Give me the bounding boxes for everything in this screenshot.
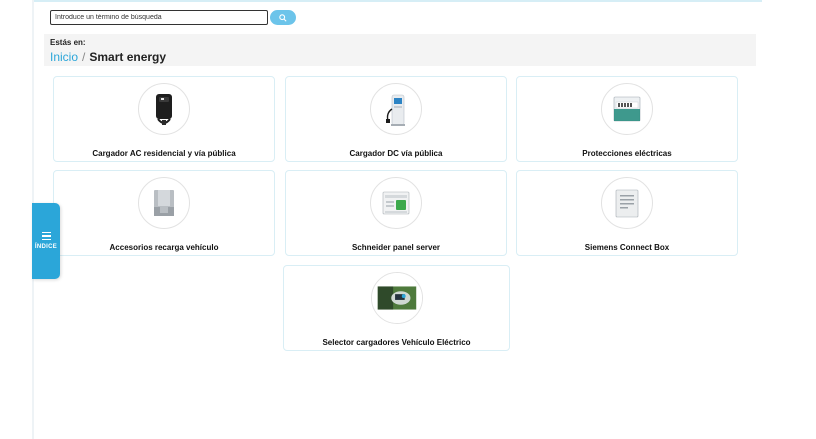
dc-charger-icon bbox=[370, 83, 422, 135]
breadcrumb-prefix: Estás en: bbox=[50, 38, 86, 47]
electrical-panel-icon bbox=[601, 83, 653, 135]
category-label: Cargador AC residencial y vía pública bbox=[92, 149, 236, 158]
breadcrumb-home-link[interactable]: Inicio bbox=[50, 50, 78, 64]
index-tab[interactable]: ÍNDICE bbox=[32, 203, 60, 279]
category-label: Cargador DC vía pública bbox=[349, 149, 443, 158]
search-bar bbox=[50, 10, 296, 25]
connect-box-icon bbox=[601, 177, 653, 229]
category-label: Selector cargadores Vehículo Eléctrico bbox=[322, 338, 471, 347]
breadcrumb-separator: / bbox=[82, 50, 86, 64]
panel-server-icon bbox=[370, 177, 422, 229]
category-label: Siemens Connect Box bbox=[584, 243, 670, 252]
category-card-siemens-connect-box[interactable]: Siemens Connect Box bbox=[516, 170, 738, 256]
ac-charger-icon bbox=[138, 83, 190, 135]
category-card-charging-accessories[interactable]: Accesorios recarga vehículo bbox=[53, 170, 275, 256]
category-label: Protecciones eléctricas bbox=[582, 149, 672, 158]
category-label: Schneider panel server bbox=[351, 243, 441, 252]
menu-icon bbox=[41, 231, 51, 241]
breadcrumb: Estás en: Inicio / Smart energy bbox=[44, 34, 756, 66]
search-input[interactable] bbox=[50, 10, 268, 25]
category-card-electrical-protections[interactable]: Protecciones eléctricas bbox=[516, 76, 738, 162]
category-card-schneider-panel-server[interactable]: Schneider panel server bbox=[285, 170, 507, 256]
category-card-dc-charger[interactable]: Cargador DC vía pública bbox=[285, 76, 507, 162]
index-tab-label: ÍNDICE bbox=[34, 244, 58, 251]
category-label: Accesorios recarga vehículo bbox=[109, 243, 219, 252]
page-top-border bbox=[34, 0, 762, 2]
category-card-ac-charger[interactable]: Cargador AC residencial y vía pública bbox=[53, 76, 275, 162]
ev-selector-icon bbox=[370, 272, 423, 324]
search-icon bbox=[279, 13, 287, 22]
search-button[interactable] bbox=[270, 10, 296, 25]
category-card-ev-charger-selector[interactable]: Selector cargadores Vehículo Eléctrico bbox=[283, 265, 510, 351]
charging-accessory-icon bbox=[138, 177, 190, 229]
page-title: Smart energy bbox=[89, 50, 167, 64]
